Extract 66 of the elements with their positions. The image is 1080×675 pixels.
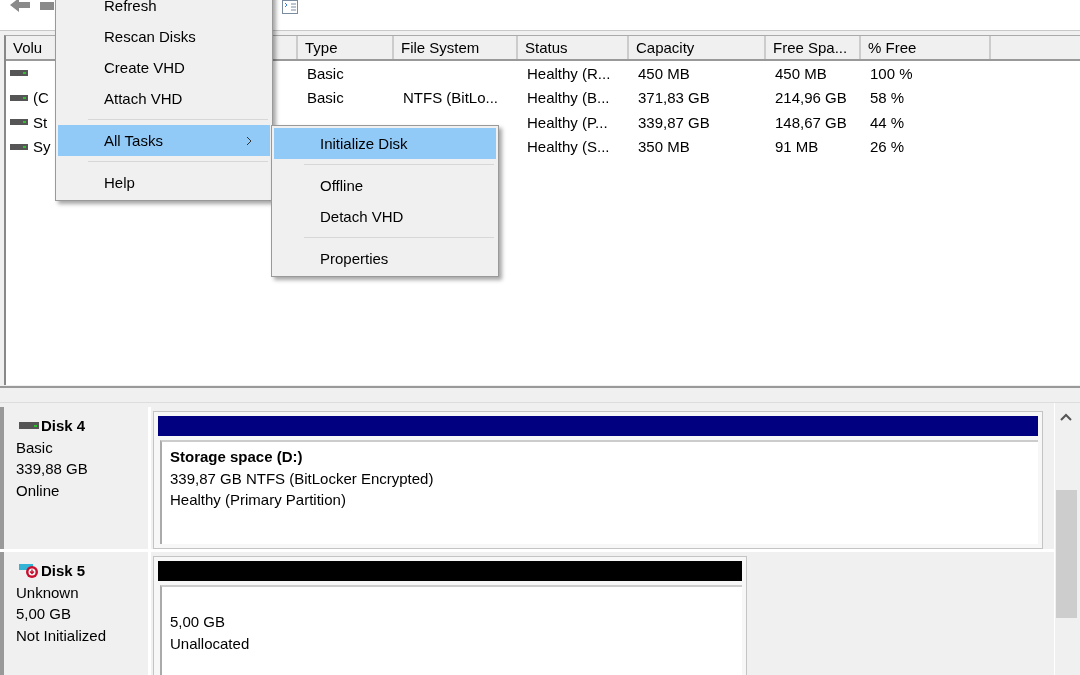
scroll-up-icon[interactable] bbox=[1060, 413, 1072, 421]
table-cell: St bbox=[33, 113, 48, 131]
table-cell: 450 MB bbox=[638, 64, 690, 82]
back-arrow-icon[interactable] bbox=[9, 0, 31, 13]
table-cell: 350 MB bbox=[638, 138, 690, 156]
disk-info: Online bbox=[16, 480, 61, 501]
table-cell: 91 MB bbox=[775, 138, 819, 156]
column-header[interactable]: Type bbox=[298, 36, 394, 59]
column-header[interactable]: Status bbox=[518, 36, 629, 59]
scroll-thumb[interactable] bbox=[1056, 490, 1077, 618]
drive-icon bbox=[10, 119, 28, 126]
chevron-right-icon bbox=[246, 135, 252, 146]
table-cell: 214,96 GB bbox=[775, 89, 847, 107]
column-header[interactable]: % Free bbox=[861, 36, 991, 59]
list-icon[interactable] bbox=[282, 0, 298, 14]
disk-info: 5,00 GB bbox=[16, 604, 73, 624]
partition-block[interactable]: 5,00 GB Unallocated bbox=[153, 556, 747, 675]
partition-info: Unallocated bbox=[170, 633, 251, 654]
table-cell: 339,87 GB bbox=[638, 113, 710, 131]
splitter-bar[interactable] bbox=[0, 386, 1080, 403]
partition-info: Healthy (Primary Partition) bbox=[170, 490, 347, 510]
partition-info: 339,87 GB NTFS (BitLocker Encrypted) bbox=[170, 468, 435, 489]
partition-title: Storage space (D:) bbox=[170, 447, 304, 467]
menu-item[interactable]: Help bbox=[58, 167, 270, 198]
drive-icon bbox=[10, 143, 28, 150]
table-cell: NTFS (BitLo... bbox=[403, 89, 499, 107]
menu-item[interactable]: Refresh bbox=[58, 0, 270, 21]
menu-item[interactable]: Create VHD bbox=[58, 52, 270, 83]
drive-icon bbox=[10, 94, 28, 101]
scrollbar[interactable] bbox=[1054, 403, 1077, 675]
menu-item[interactable]: Properties bbox=[274, 243, 496, 274]
menu-item[interactable]: Initialize Disk bbox=[274, 128, 496, 159]
column-header[interactable]: Capacity bbox=[629, 36, 766, 59]
column-header[interactable]: Free Spa... bbox=[766, 36, 861, 59]
disk-info: 339,88 GB bbox=[16, 459, 89, 479]
disk-info: Basic bbox=[16, 437, 54, 458]
table-cell: 58 % bbox=[870, 89, 905, 107]
menu-item[interactable]: Offline bbox=[274, 170, 496, 201]
partition-info: 5,00 GB bbox=[170, 612, 227, 632]
table-cell: Healthy (R... bbox=[527, 64, 611, 82]
column-header[interactable]: File System bbox=[394, 36, 518, 59]
disk-label-panel[interactable]: Disk 4 Basic 339,88 GB Online bbox=[0, 407, 151, 549]
table-cell: (C bbox=[33, 89, 49, 107]
table-cell: 148,67 GB bbox=[775, 113, 847, 131]
table-cell: Basic bbox=[307, 64, 344, 82]
table-cell: 26 % bbox=[870, 138, 905, 156]
table-cell: Healthy (P... bbox=[527, 113, 608, 131]
table-cell: Healthy (S... bbox=[527, 138, 610, 156]
menu-item[interactable]: Attach VHD bbox=[58, 83, 270, 114]
table-cell: 450 MB bbox=[775, 64, 827, 82]
menu-item[interactable]: Rescan Disks bbox=[58, 21, 270, 52]
partition-block[interactable]: Storage space (D:) 339,87 GB NTFS (BitLocker Encrypted) Healthy (Primary Partition) bbox=[153, 411, 1043, 549]
disk-name: Disk 4 bbox=[41, 416, 86, 436]
table-cell: Sy bbox=[33, 138, 51, 156]
menu-item[interactable]: All Tasks bbox=[58, 125, 270, 156]
disk-name: Disk 5 bbox=[41, 561, 86, 581]
drive-icon bbox=[10, 70, 28, 77]
disk-info: Unknown bbox=[16, 582, 80, 603]
table-cell: 371,83 GB bbox=[638, 89, 710, 107]
table-cell: 44 % bbox=[870, 113, 905, 131]
table-cell: Basic bbox=[307, 89, 344, 107]
menu-item[interactable]: Detach VHD bbox=[274, 201, 496, 232]
table-cell: 100 % bbox=[870, 64, 913, 82]
disk-label-panel[interactable]: Disk 5 Unknown 5,00 GB Not Initialized bbox=[0, 552, 151, 675]
disk-info: Not Initialized bbox=[16, 625, 108, 646]
table-cell: Healthy (B... bbox=[527, 89, 610, 107]
